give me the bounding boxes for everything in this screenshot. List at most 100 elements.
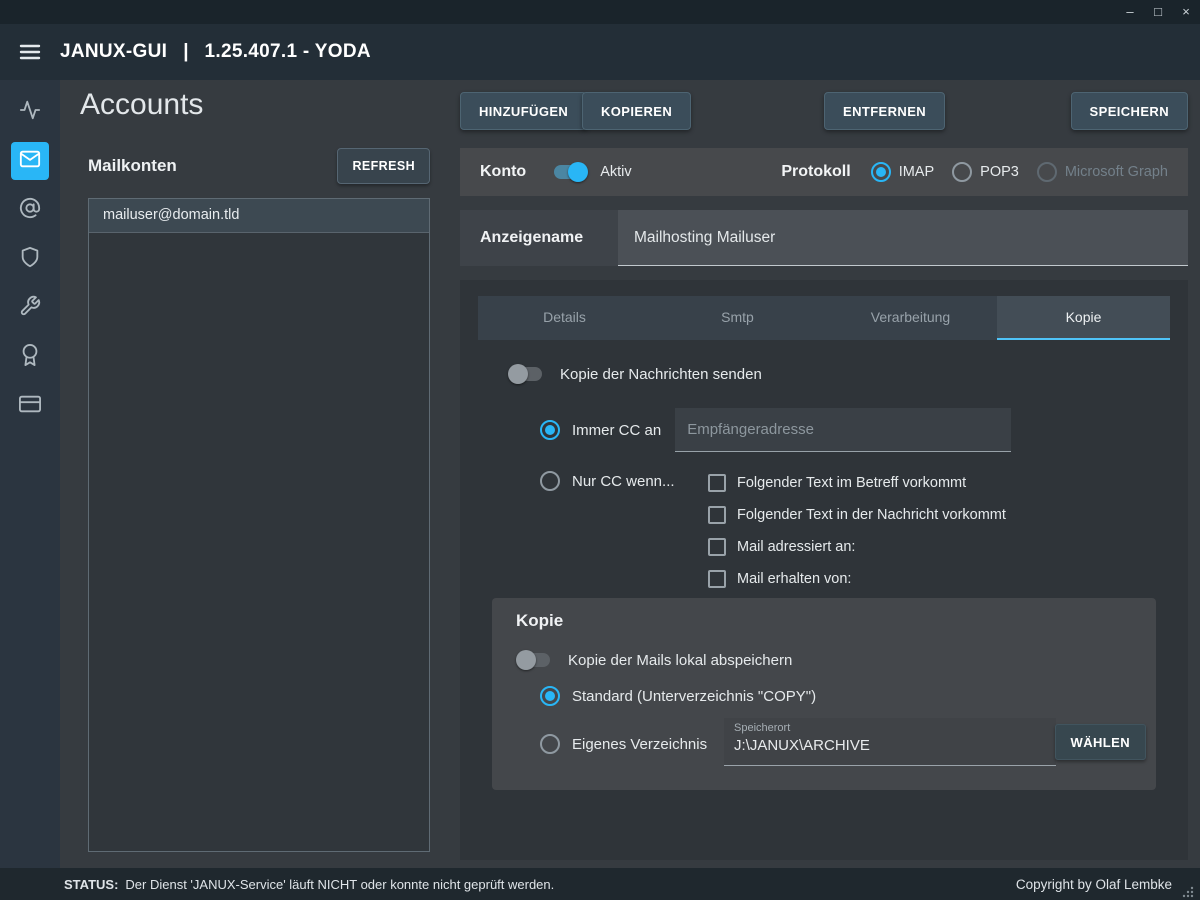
- refresh-button[interactable]: REFRESH: [337, 148, 430, 184]
- app-header: JANUX-GUI | 1.25.407.1 - YODA: [0, 24, 1200, 80]
- only-cc-label: Nur CC wenn...: [572, 473, 675, 490]
- app-version: 1.25.407.1 - YODA: [205, 41, 371, 63]
- condition-subject[interactable]: Folgender Text im Betreff vorkommt: [708, 467, 1006, 499]
- sidebar-item-mail[interactable]: [11, 142, 49, 180]
- protokoll-label: Protokoll: [781, 163, 850, 181]
- mail-account-list: mailuser@domain.tld: [88, 198, 430, 852]
- display-name-input[interactable]: [618, 229, 1188, 247]
- status-text: Der Dienst 'JANUX-Service' läuft NICHT o…: [125, 877, 554, 892]
- sidebar-item-activity[interactable]: [11, 93, 49, 131]
- condition-subject-label: Folgender Text im Betreff vorkommt: [737, 475, 966, 491]
- condition-body-label: Folgender Text in der Nachricht vorkommt: [737, 507, 1006, 523]
- konto-row: Konto Aktiv Protokoll IMAP POP3 Microsof…: [460, 148, 1188, 196]
- custom-dir-radio[interactable]: [540, 734, 560, 754]
- condition-addressed-to[interactable]: Mail adressiert an:: [708, 531, 1006, 563]
- protocol-option-imap[interactable]: IMAP: [871, 162, 934, 182]
- hamburger-menu-icon[interactable]: [0, 40, 60, 64]
- konto-label: Konto: [480, 163, 526, 181]
- window-controls: – □ ×: [1116, 0, 1200, 24]
- addressed-to-checkbox[interactable]: [708, 538, 726, 556]
- body-checkbox[interactable]: [708, 506, 726, 524]
- account-editor: HINZUFÜGEN KOPIEREN ENTFERNEN SPEICHERN …: [460, 92, 1188, 860]
- standard-dir-label: Standard (Unterverzeichnis "COPY"): [572, 688, 816, 705]
- protocol-radio-group: IMAP POP3 Microsoft Graph: [871, 162, 1168, 182]
- local-copy-toggle[interactable]: [516, 650, 552, 670]
- storage-path-input[interactable]: [734, 734, 1046, 754]
- condition-addressed-to-label: Mail adressiert an:: [737, 539, 855, 555]
- always-cc-label: Immer CC an: [572, 422, 661, 439]
- imap-label: IMAP: [899, 164, 934, 180]
- app-title: JANUX-GUI: [60, 41, 167, 63]
- copy-button[interactable]: KOPIEREN: [582, 92, 691, 130]
- standard-dir-radio[interactable]: [540, 686, 560, 706]
- local-copy-label: Kopie der Mails lokal abspeichern: [568, 652, 792, 669]
- pop3-label: POP3: [980, 164, 1019, 180]
- condition-received-from[interactable]: Mail erhalten von:: [708, 563, 1006, 595]
- send-copy-row: Kopie der Nachrichten senden: [508, 364, 762, 384]
- sidebar-item-at[interactable]: [11, 191, 49, 229]
- account-toolbar: HINZUFÜGEN KOPIEREN ENTFERNEN SPEICHERN: [460, 92, 1188, 132]
- status-bar: STATUS: Der Dienst 'JANUX-Service' läuft…: [0, 868, 1200, 900]
- msgraph-label: Microsoft Graph: [1065, 164, 1168, 180]
- local-copy-row: Kopie der Mails lokal abspeichern: [516, 650, 792, 670]
- mail-list-title: Mailkonten: [88, 156, 177, 176]
- activity-icon: [19, 99, 41, 126]
- tab-kopie[interactable]: Kopie: [997, 296, 1170, 340]
- cc-recipient-input[interactable]: [675, 408, 1011, 452]
- send-copy-label: Kopie der Nachrichten senden: [560, 366, 762, 383]
- sidebar-item-tools[interactable]: [11, 289, 49, 327]
- minimize-button[interactable]: –: [1116, 0, 1144, 24]
- display-name-row: Anzeigename: [460, 210, 1188, 266]
- at-sign-icon: [19, 197, 41, 224]
- received-from-checkbox[interactable]: [708, 570, 726, 588]
- storage-path-label: Speicherort: [734, 722, 1046, 734]
- card-icon: [19, 393, 41, 420]
- aktiv-label: Aktiv: [600, 164, 631, 180]
- mail-icon: [19, 148, 41, 175]
- only-cc-row: Nur CC wenn...: [540, 471, 675, 491]
- display-name-label: Anzeigename: [460, 210, 618, 266]
- only-cc-radio[interactable]: [540, 471, 560, 491]
- subject-checkbox[interactable]: [708, 474, 726, 492]
- condition-body[interactable]: Folgender Text in der Nachricht vorkommt: [708, 499, 1006, 531]
- standard-dir-option[interactable]: Standard (Unterverzeichnis "COPY"): [540, 686, 816, 706]
- choose-dir-button[interactable]: WÄHLEN: [1055, 724, 1146, 760]
- aktiv-toggle[interactable]: [552, 162, 588, 182]
- imap-radio[interactable]: [871, 162, 891, 182]
- msgraph-radio: [1037, 162, 1057, 182]
- tab-verarbeitung[interactable]: Verarbeitung: [824, 296, 997, 340]
- list-item[interactable]: mailuser@domain.tld: [89, 199, 429, 233]
- remove-button[interactable]: ENTFERNEN: [824, 92, 945, 130]
- window-titlebar: – □ ×: [0, 0, 1200, 24]
- main-content: Accounts Mailkonten REFRESH mailuser@dom…: [60, 80, 1200, 868]
- always-cc-row: Immer CC an: [540, 408, 1011, 452]
- kopie-group-box: Kopie Kopie der Mails lokal abspeichern …: [492, 598, 1156, 790]
- kopie-group-title: Kopie: [516, 611, 563, 631]
- page-title: Accounts: [80, 88, 203, 122]
- pop3-radio[interactable]: [952, 162, 972, 182]
- tab-smtp[interactable]: Smtp: [651, 296, 824, 340]
- always-cc-radio[interactable]: [540, 420, 560, 440]
- tab-strip: Details Smtp Verarbeitung Kopie: [478, 296, 1170, 340]
- custom-dir-option[interactable]: Eigenes Verzeichnis: [540, 734, 707, 754]
- condition-received-from-label: Mail erhalten von:: [737, 571, 851, 587]
- protocol-option-pop3[interactable]: POP3: [952, 162, 1019, 182]
- add-button[interactable]: HINZUFÜGEN: [460, 92, 587, 130]
- tab-details[interactable]: Details: [478, 296, 651, 340]
- wrench-icon: [19, 295, 41, 322]
- protocol-option-msgraph: Microsoft Graph: [1037, 162, 1168, 182]
- save-button[interactable]: SPEICHERN: [1071, 92, 1188, 130]
- sidebar-item-license[interactable]: [11, 338, 49, 376]
- maximize-button[interactable]: □: [1144, 0, 1172, 24]
- close-button[interactable]: ×: [1172, 0, 1200, 24]
- send-copy-toggle[interactable]: [508, 364, 544, 384]
- custom-dir-label: Eigenes Verzeichnis: [572, 736, 707, 753]
- award-icon: [19, 344, 41, 371]
- sidebar-item-storage[interactable]: [11, 387, 49, 425]
- sidebar-item-security[interactable]: [11, 240, 49, 278]
- resize-grip[interactable]: [1180, 884, 1194, 898]
- copyright-text: Copyright by Olaf Lembke: [1016, 877, 1172, 892]
- cc-conditions: Folgender Text im Betreff vorkommt Folge…: [708, 467, 1006, 595]
- shield-icon: [19, 246, 41, 273]
- mail-accounts-panel: Mailkonten REFRESH mailuser@domain.tld: [88, 142, 430, 852]
